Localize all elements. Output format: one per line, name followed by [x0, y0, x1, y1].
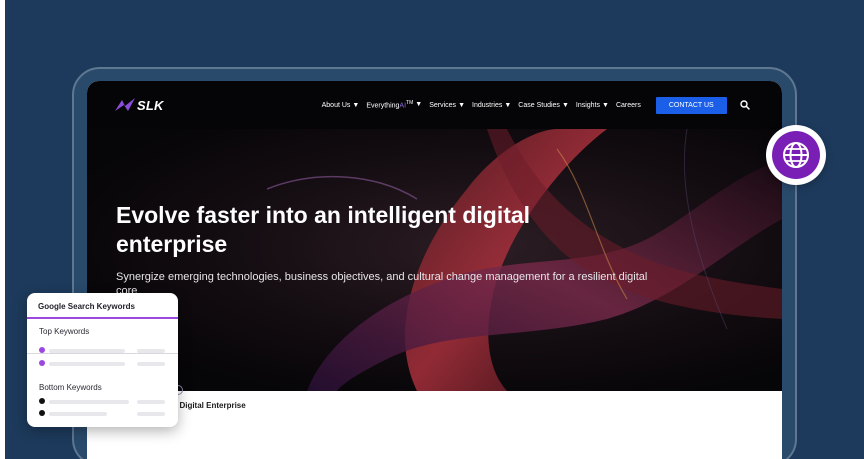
caret-down-icon: ▼	[561, 101, 569, 109]
keyword-dot	[39, 398, 45, 404]
keyword-row	[39, 360, 169, 366]
keyword-value-bar	[137, 348, 165, 353]
keyword-placeholder-bar	[49, 361, 125, 366]
nav-item-industries[interactable]: Industries ▼	[472, 102, 511, 109]
nav-label: Careers	[615, 101, 641, 109]
nav-label: Services	[429, 101, 457, 109]
nav-item-services[interactable]: Services ▼	[429, 102, 465, 109]
site-navbar: SLK About Us ▼ EverythingAITM ▼ Services…	[87, 81, 782, 129]
caret-down-icon: ▼	[415, 101, 423, 109]
nav-item-everything-ai[interactable]: EverythingAITM ▼	[366, 100, 422, 109]
nav-item-case-studies[interactable]: Case Studies ▼	[518, 102, 569, 109]
main-menu: About Us ▼ EverythingAITM ▼ Services ▼ I…	[322, 96, 750, 114]
caret-down-icon: ▼	[504, 101, 512, 109]
nav-item-careers[interactable]: Careers	[616, 102, 641, 109]
breadcrumb-current: / Digital Enterprise	[175, 401, 246, 410]
keyword-value-bar	[137, 411, 165, 416]
hero-banner: Evolve faster into an intelligent digita…	[87, 129, 782, 395]
nav-label: Insights	[575, 101, 600, 109]
hero-subtitle: Synergize emerging technologies, busines…	[116, 271, 648, 297]
keyword-placeholder-bar	[49, 348, 125, 353]
globe-badge-inner	[772, 131, 820, 179]
slk-logo[interactable]: SLK	[115, 98, 164, 113]
card-accent-bar	[27, 317, 178, 319]
keyword-row	[39, 410, 169, 416]
nav-item-about-us[interactable]: About Us ▼	[322, 102, 360, 109]
keyword-placeholder-bar	[49, 399, 129, 404]
globe-badge	[766, 125, 826, 185]
keyword-placeholder-bar	[49, 411, 107, 416]
top-keywords-label: Top Keywords	[39, 327, 90, 336]
hero-title: Evolve faster into an intelligent digita…	[116, 202, 531, 257]
caret-down-icon: ▼	[352, 101, 360, 109]
keyword-value-bar	[137, 361, 165, 366]
keyword-row	[39, 398, 169, 404]
keyword-dot	[39, 360, 45, 366]
nav-label: About Us	[321, 101, 351, 109]
caret-down-icon: ▼	[602, 101, 609, 109]
nav-label: Industries	[472, 101, 503, 109]
caret-down-icon: ▼	[458, 101, 465, 109]
contact-us-button[interactable]: CONTACT US	[655, 96, 727, 114]
trademark: TM	[406, 100, 414, 107]
search-icon[interactable]	[740, 100, 750, 110]
globe-icon	[783, 142, 809, 168]
nav-label: EverythingAITM	[366, 100, 414, 110]
nav-label: Case Studies	[518, 101, 560, 109]
keywords-card: Google Search Keywords Top Keywords Bott…	[27, 293, 178, 427]
keywords-card-title: Google Search Keywords	[38, 302, 135, 311]
abstract-ribbon-artwork	[266, 129, 782, 391]
row-divider	[27, 353, 178, 354]
breadcrumb: / Digital Enterprise	[175, 401, 246, 410]
keyword-value-bar	[137, 399, 165, 404]
bottom-keywords-label: Bottom Keywords	[39, 383, 102, 392]
page-edge-stripe	[0, 0, 5, 459]
logo-text: SLK	[137, 97, 164, 113]
browser-screen: SLK About Us ▼ EverythingAITM ▼ Services…	[87, 81, 782, 459]
keyword-dot	[39, 410, 45, 416]
nav-item-insights[interactable]: Insights ▼	[576, 102, 609, 109]
slk-logo-mark-icon	[115, 98, 135, 111]
